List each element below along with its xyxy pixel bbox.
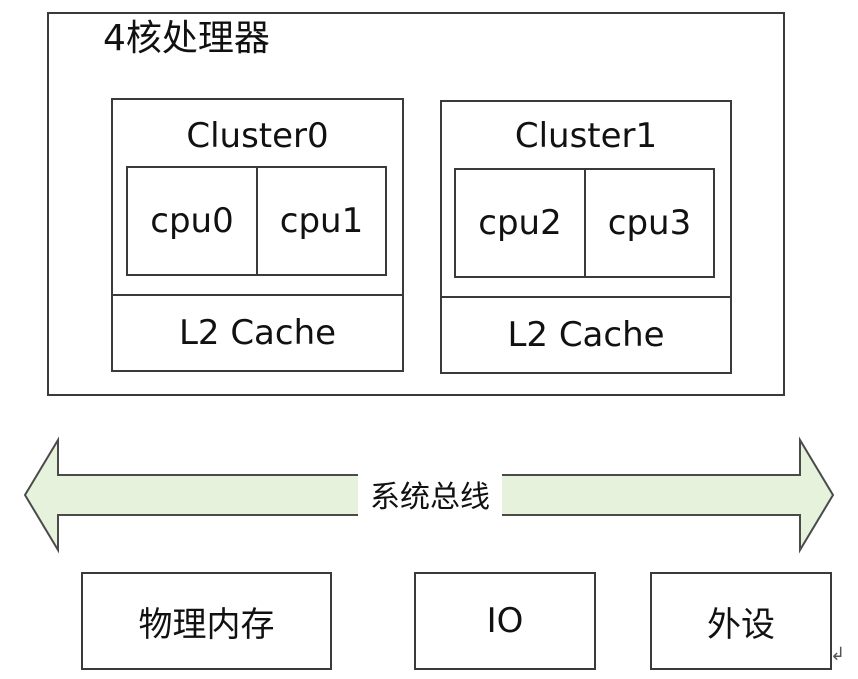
l2-cache-label: L2 Cache — [507, 315, 665, 355]
cpu-label: cpu3 — [607, 203, 692, 243]
io-box: IO — [414, 572, 596, 670]
processor-title: 4核处理器 — [103, 18, 270, 59]
cpu-box: cpu1 — [256, 166, 387, 276]
cpu-label: cpu2 — [478, 203, 562, 243]
cpu-label: cpu0 — [150, 201, 234, 241]
peripheral-device-box: 外设 — [650, 572, 832, 670]
l2-cache-box: L2 Cache — [111, 294, 404, 372]
cpu-label: cpu1 — [279, 201, 364, 241]
l2-cache-label: L2 Cache — [178, 313, 337, 353]
cursor-mark-icon: ↲ — [830, 644, 846, 665]
peripheral-device-label: 外设 — [707, 604, 775, 645]
physical-memory-box: 物理内存 — [81, 572, 332, 670]
cpu-box: cpu3 — [584, 168, 715, 278]
physical-memory-label: 物理内存 — [138, 604, 275, 645]
cluster-title: Cluster0 — [186, 116, 329, 156]
system-bus-label: 系统总线 — [358, 470, 502, 518]
cpu-box: cpu2 — [454, 168, 586, 278]
cpu-box: cpu0 — [126, 166, 258, 276]
io-label: IO — [486, 601, 524, 641]
l2-cache-box: L2 Cache — [440, 296, 732, 374]
cluster-title: Cluster1 — [514, 116, 658, 156]
